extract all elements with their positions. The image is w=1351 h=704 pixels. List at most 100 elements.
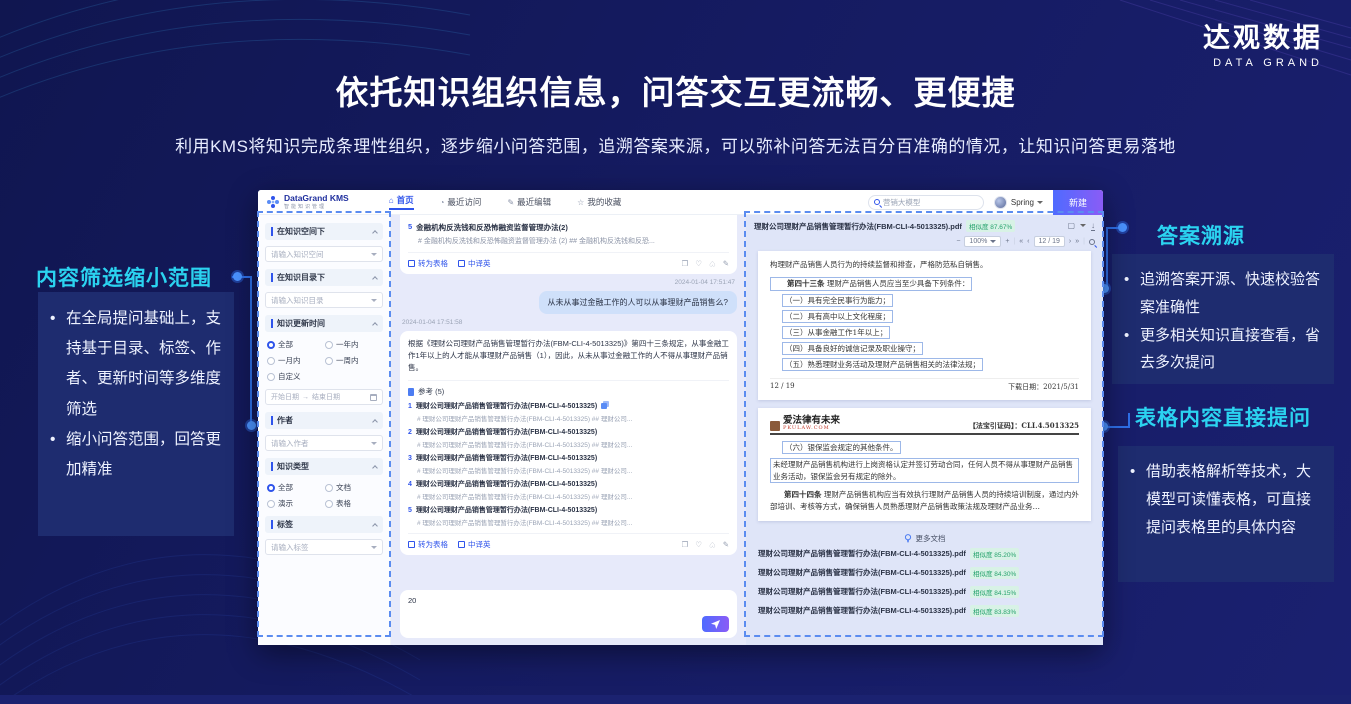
section-knowledge-catalog[interactable]: 在知识目录下 — [265, 269, 383, 286]
section-knowledge-type[interactable]: 知识类型 — [265, 458, 383, 475]
pdf-condition: （四）具备良好的诚信记录及职业操守； — [782, 342, 923, 355]
send-button[interactable] — [702, 616, 729, 632]
document-result-row[interactable]: 理财公司理财产品销售管理暂行办法(FBM-CLI-4-5013325).pdf … — [758, 605, 1091, 617]
preview-icon[interactable] — [601, 403, 607, 409]
avatar[interactable] — [994, 196, 1007, 209]
author-field[interactable] — [271, 439, 371, 448]
translate-button[interactable]: 中译英 — [458, 539, 491, 550]
chat-input-value[interactable]: 20 — [408, 596, 729, 605]
section-tag[interactable]: 标签 — [265, 516, 383, 533]
reference-title[interactable]: 理财公司理财产品销售管理暂行办法(FBM-CLI-4-5013325) — [416, 505, 597, 515]
section-update-time[interactable]: 知识更新时间 — [265, 315, 383, 332]
radio-time-all[interactable]: 全部 — [267, 339, 323, 350]
layout-icon[interactable]: ▢ — [1067, 221, 1075, 231]
chevron-down-icon — [990, 240, 996, 243]
knowledge-catalog-input[interactable] — [265, 292, 383, 308]
radio-time-month[interactable]: 一月内 — [267, 355, 323, 366]
thumbs-down-icon[interactable]: ♡ — [709, 259, 716, 268]
reference-title[interactable]: 理财公司理财产品销售管理暂行办法(FBM-CLI-4-5013325) — [416, 479, 597, 489]
reference-item[interactable]: 3 理财公司理财产品销售管理暂行办法(FBM-CLI-4-5013325) # … — [408, 453, 729, 475]
thumbs-up-icon[interactable]: ♡ — [695, 259, 702, 268]
zoom-in-button[interactable]: + — [1005, 238, 1009, 245]
knowledge-catalog-field[interactable] — [271, 296, 371, 305]
user-question-bubble: 从未从事过金融工作的人可以从事理财产品销售么? — [539, 291, 737, 314]
reference-title[interactable]: 理财公司理财产品销售管理暂行办法(FBM-CLI-4-5013325) — [416, 401, 597, 411]
translate-button[interactable]: 中译英 — [458, 258, 491, 269]
nav-recent-visits[interactable]: ◔ 最近访问 — [440, 196, 482, 208]
document-result-row[interactable]: 理财公司理财产品销售管理暂行办法(FBM-CLI-4-5013325).pdf … — [758, 548, 1091, 560]
copy-icon[interactable]: ❐ — [682, 540, 689, 549]
divider — [408, 380, 729, 381]
app-logo[interactable]: DataGrand KMS 智能知识管理 — [266, 194, 349, 210]
radio-type-slides[interactable]: 演示 — [267, 498, 323, 509]
radio-time-custom[interactable]: 自定义 — [267, 371, 323, 382]
thumbs-down-icon[interactable]: ♡ — [709, 540, 716, 549]
document-result-row[interactable]: 理财公司理财产品销售管理暂行办法(FBM-CLI-4-5013325).pdf … — [758, 567, 1091, 579]
last-page-button[interactable]: » — [1075, 238, 1079, 245]
prev-page-button[interactable]: ‹ — [1027, 238, 1029, 245]
more-documents-header[interactable]: 更多文档 — [758, 533, 1091, 544]
radio-type-all[interactable]: 全部 — [267, 482, 323, 493]
copy-icon[interactable]: ❐ — [682, 259, 689, 268]
zoom-select[interactable]: 100% — [964, 236, 1001, 247]
edit-icon[interactable]: ✎ — [723, 540, 729, 549]
search-icon[interactable] — [1089, 239, 1095, 245]
edit-icon[interactable]: ✎ — [723, 259, 729, 268]
collapse-icon[interactable] — [372, 419, 378, 425]
tag-input[interactable] — [265, 539, 383, 555]
reference-title[interactable]: 理财公司理财产品销售管理暂行办法(FBM-CLI-4-5013325) — [416, 427, 597, 437]
thumbs-up-icon[interactable]: ♡ — [695, 540, 702, 549]
pdf-title[interactable]: 理财公司理财产品销售管理暂行办法(FBM-CLI-4-5013325).pdf — [754, 221, 962, 232]
connector-dot — [233, 272, 242, 281]
similarity-badge: 相似度 84.15% — [970, 586, 1019, 598]
to-table-button[interactable]: 转为表格 — [408, 539, 448, 550]
section-author[interactable]: 作者 — [265, 412, 383, 429]
next-page-button[interactable]: › — [1069, 238, 1071, 245]
collapse-icon[interactable] — [372, 523, 378, 529]
search-input[interactable] — [883, 198, 980, 207]
reference-number: 2 — [408, 429, 412, 436]
reference-item[interactable]: 5 理财公司理财产品销售管理暂行办法(FBM-CLI-4-5013325) # … — [408, 505, 729, 527]
collapse-icon[interactable] — [372, 230, 378, 236]
chevron-down-icon[interactable] — [1037, 201, 1043, 204]
date-start[interactable]: 开始日期 — [271, 392, 299, 402]
collapse-icon[interactable] — [372, 322, 378, 328]
nav-recent-edits[interactable]: ✎ 最近编辑 — [507, 196, 551, 208]
document-title[interactable]: 理财公司理财产品销售管理暂行办法(FBM-CLI-4-5013325).pdf — [758, 605, 966, 616]
document-result-row[interactable]: 理财公司理财产品销售管理暂行办法(FBM-CLI-4-5013325).pdf … — [758, 586, 1091, 598]
knowledge-space-input[interactable] — [265, 246, 383, 262]
radio-type-sheet[interactable]: 表格 — [325, 498, 381, 509]
section-accent — [271, 520, 273, 529]
section-knowledge-space[interactable]: 在知识空间下 — [265, 223, 383, 240]
new-button[interactable]: 新建 — [1053, 190, 1103, 215]
radio-time-year[interactable]: 一年内 — [325, 339, 381, 350]
document-title[interactable]: 理财公司理财产品销售管理暂行办法(FBM-CLI-4-5013325).pdf — [758, 548, 966, 559]
nav-favorites[interactable]: ☆ 我的收藏 — [577, 196, 621, 208]
zoom-out-button[interactable]: − — [956, 238, 960, 245]
collapse-icon[interactable] — [372, 465, 378, 471]
radio-type-doc[interactable]: 文档 — [325, 482, 381, 493]
first-page-button[interactable]: « — [1019, 238, 1023, 245]
date-end[interactable]: 结束日期 — [312, 392, 340, 402]
search-box[interactable] — [868, 195, 984, 210]
user-name[interactable]: Spring — [1011, 198, 1034, 207]
reference-item[interactable]: 1 理财公司理财产品销售管理暂行办法(FBM-CLI-4-5013325) # … — [408, 401, 729, 423]
tag-field[interactable] — [271, 543, 371, 552]
document-title[interactable]: 理财公司理财产品销售管理暂行办法(FBM-CLI-4-5013325).pdf — [758, 567, 966, 578]
document-title[interactable]: 理财公司理财产品销售管理暂行办法(FBM-CLI-4-5013325).pdf — [758, 586, 966, 597]
reference-title[interactable]: 金融机构反洗钱和反恐怖融资监督管理办法(2) — [416, 222, 568, 233]
to-table-button[interactable]: 转为表格 — [408, 258, 448, 269]
collapse-icon[interactable] — [372, 276, 378, 282]
chat-input[interactable]: 20 — [400, 590, 737, 638]
author-input[interactable] — [265, 435, 383, 451]
page-input[interactable]: 12 / 19 — [1034, 236, 1065, 247]
download-icon[interactable]: ↓ — [1091, 221, 1095, 231]
knowledge-space-field[interactable] — [271, 250, 371, 259]
reference-item[interactable]: 4 理财公司理财产品销售管理暂行办法(FBM-CLI-4-5013325) # … — [408, 479, 729, 501]
date-range-picker[interactable]: 开始日期 → 结束日期 — [265, 389, 383, 405]
reference-item[interactable]: 2 理财公司理财产品销售管理暂行办法(FBM-CLI-4-5013325) # … — [408, 427, 729, 449]
reference-title[interactable]: 理财公司理财产品销售管理暂行办法(FBM-CLI-4-5013325) — [416, 453, 597, 463]
radio-time-week[interactable]: 一周内 — [325, 355, 381, 366]
nav-home[interactable]: ⌂ 首页 — [389, 194, 414, 210]
chevron-down-icon[interactable] — [1080, 224, 1086, 227]
